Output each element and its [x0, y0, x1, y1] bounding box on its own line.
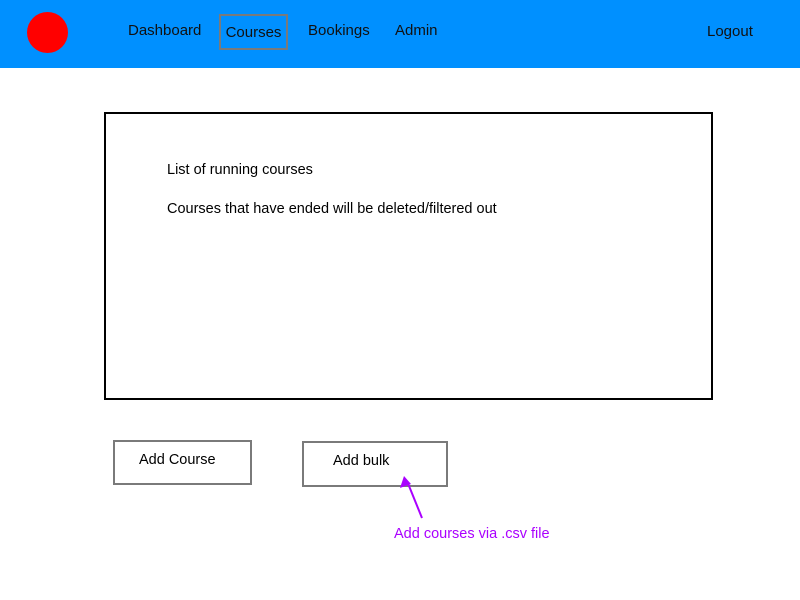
nav-item-admin[interactable]: Admin	[395, 14, 438, 50]
nav-item-bookings[interactable]: Bookings	[308, 14, 370, 50]
arrow-up-left-icon	[400, 476, 423, 519]
nav-item-courses[interactable]: Courses	[219, 14, 288, 50]
page: Dashboard Courses Bookings Admin Logout …	[0, 0, 800, 600]
running-courses-panel: List of running courses Courses that hav…	[104, 112, 713, 400]
nav-item-dashboard[interactable]: Dashboard	[128, 14, 201, 50]
logo-icon[interactable]	[27, 12, 68, 53]
logout-link[interactable]: Logout	[707, 15, 753, 51]
top-navigation-bar: Dashboard Courses Bookings Admin Logout	[0, 0, 800, 68]
running-courses-heading: List of running courses	[167, 162, 313, 178]
add-course-button-label: Add Course	[139, 452, 216, 468]
add-course-button[interactable]: Add Course	[113, 440, 252, 485]
ended-courses-note: Courses that have ended will be deleted/…	[167, 201, 497, 217]
add-bulk-button-label: Add bulk	[333, 453, 390, 469]
bulk-upload-annotation: Add courses via .csv file	[394, 526, 550, 542]
